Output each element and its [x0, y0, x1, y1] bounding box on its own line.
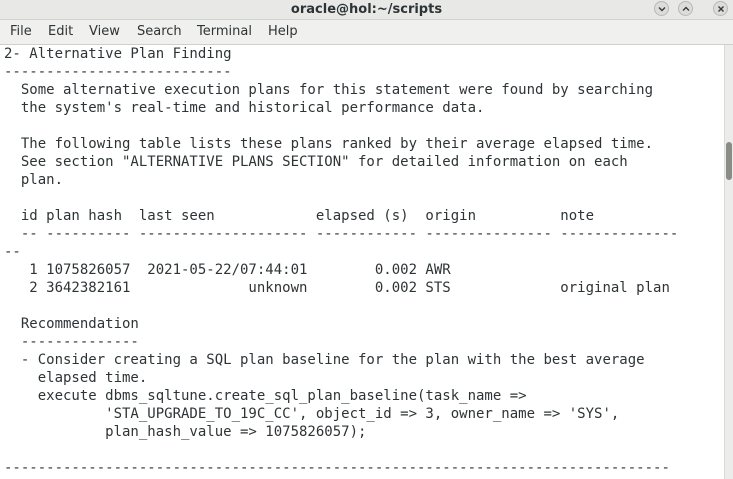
terminal-line: -------------- — [4, 334, 139, 350]
terminal-output[interactable]: 2- Alternative Plan Finding ------------… — [0, 45, 724, 479]
terminal-line: id plan hash last seen elapsed (s) origi… — [4, 208, 595, 224]
terminal-line: Recommendation — [4, 316, 139, 332]
chevron-up-icon — [682, 6, 689, 11]
menu-search[interactable]: Search — [137, 20, 182, 44]
terminal-line: the system's real-time and historical pe… — [4, 100, 485, 116]
terminal-line: execute dbms_sqltune.create_sql_plan_bas… — [4, 388, 527, 404]
scrollbar-thumb[interactable] — [726, 142, 732, 180]
terminal-line: -- — [4, 244, 21, 260]
title-bar[interactable]: oracle@hol:~/scripts — [0, 0, 733, 20]
terminal-line: plan. — [4, 172, 64, 188]
window-title: oracle@hol:~/scripts — [290, 2, 443, 17]
close-icon — [717, 6, 724, 12]
close-button[interactable] — [713, 1, 728, 16]
terminal-line: plan_hash_value => 1075826057); — [4, 424, 367, 440]
terminal-line: The following table lists these plans ra… — [4, 136, 654, 152]
terminal-window: oracle@hol:~/scripts File Edit View Sear… — [0, 0, 733, 479]
menu-view[interactable]: View — [89, 20, 120, 44]
vertical-scrollbar[interactable] — [724, 45, 733, 479]
menu-help[interactable]: Help — [268, 20, 298, 44]
menu-file[interactable]: File — [10, 20, 32, 44]
terminal-line: Some alternative execution plans for thi… — [4, 82, 654, 98]
terminal-line: 1 1075826057 2021-05-22/07:44:01 0.002 A… — [4, 262, 451, 278]
terminal-line: 'STA_UPGRADE_TO_19C_CC', object_id => 3,… — [4, 406, 620, 422]
terminal-line: -- ---------- -------------------- -----… — [4, 226, 679, 242]
minimize-button[interactable] — [654, 1, 669, 16]
menu-bar: File Edit View Search Terminal Help — [0, 20, 733, 45]
terminal-line: 2 3642382161 unknown 0.002 STS original … — [4, 280, 670, 296]
terminal-line: 2- Alternative Plan Finding — [4, 46, 232, 62]
menu-edit[interactable]: Edit — [48, 20, 73, 44]
terminal-line: elapsed time. — [4, 370, 148, 386]
maximize-button[interactable] — [678, 1, 693, 16]
terminal-line: - Consider creating a SQL plan baseline … — [4, 352, 645, 368]
terminal-line: --------------------------- — [4, 64, 232, 80]
terminal-line: ----------------------------------------… — [4, 460, 670, 476]
menu-terminal[interactable]: Terminal — [197, 20, 252, 44]
terminal-line: See section "ALTERNATIVE PLANS SECTION" … — [4, 154, 628, 170]
chevron-down-icon — [658, 7, 665, 12]
